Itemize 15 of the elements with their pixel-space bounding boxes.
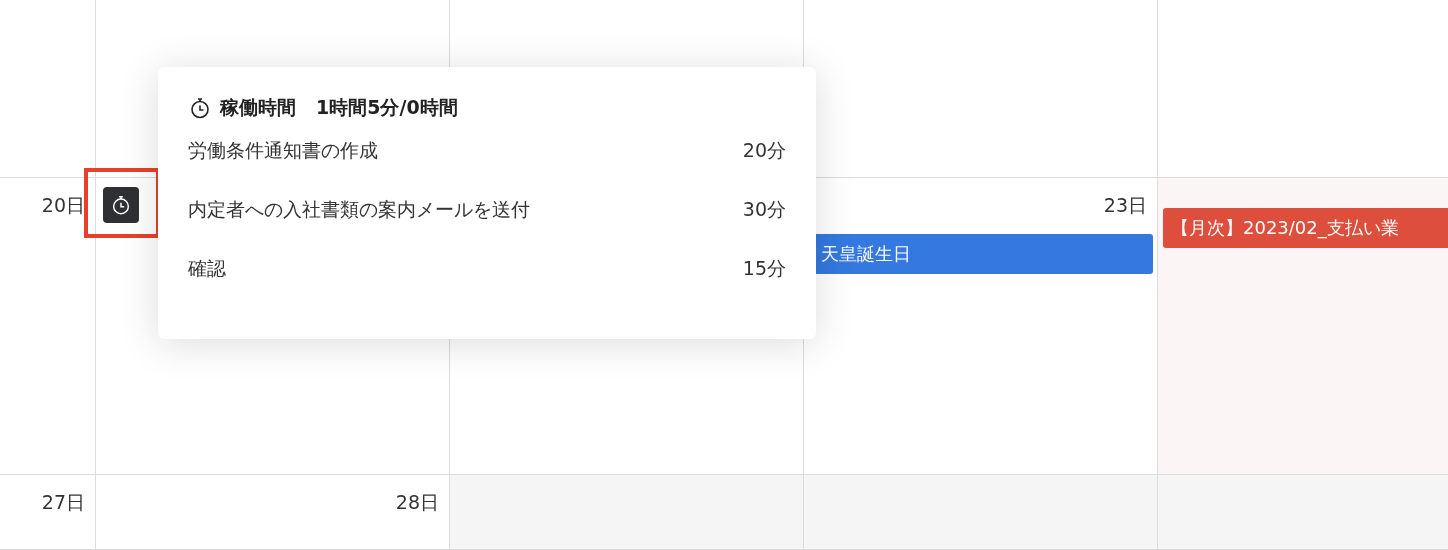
task-duration: 15分 — [742, 256, 786, 281]
date-label: 28日 — [395, 490, 439, 515]
date-label: 23日 — [1103, 193, 1147, 218]
task-name: 確認 — [188, 256, 226, 281]
event-bar[interactable]: 【月次】2023/02_支払い業 — [1163, 208, 1448, 248]
task-name: 労働条件通知書の作成 — [188, 138, 378, 163]
task-duration: 20分 — [742, 138, 786, 163]
popup-title: 稼働時間 — [220, 95, 296, 120]
stopwatch-icon[interactable] — [103, 187, 139, 223]
stopwatch-icon — [188, 96, 212, 120]
total-time: 1時間5分/0時間 — [316, 95, 458, 120]
date-label: 27日 — [41, 490, 85, 515]
task-duration: 30分 — [742, 197, 786, 222]
task-name: 内定者への入社書類の案内メールを送付 — [188, 197, 530, 222]
date-label: 20日 — [41, 193, 85, 218]
